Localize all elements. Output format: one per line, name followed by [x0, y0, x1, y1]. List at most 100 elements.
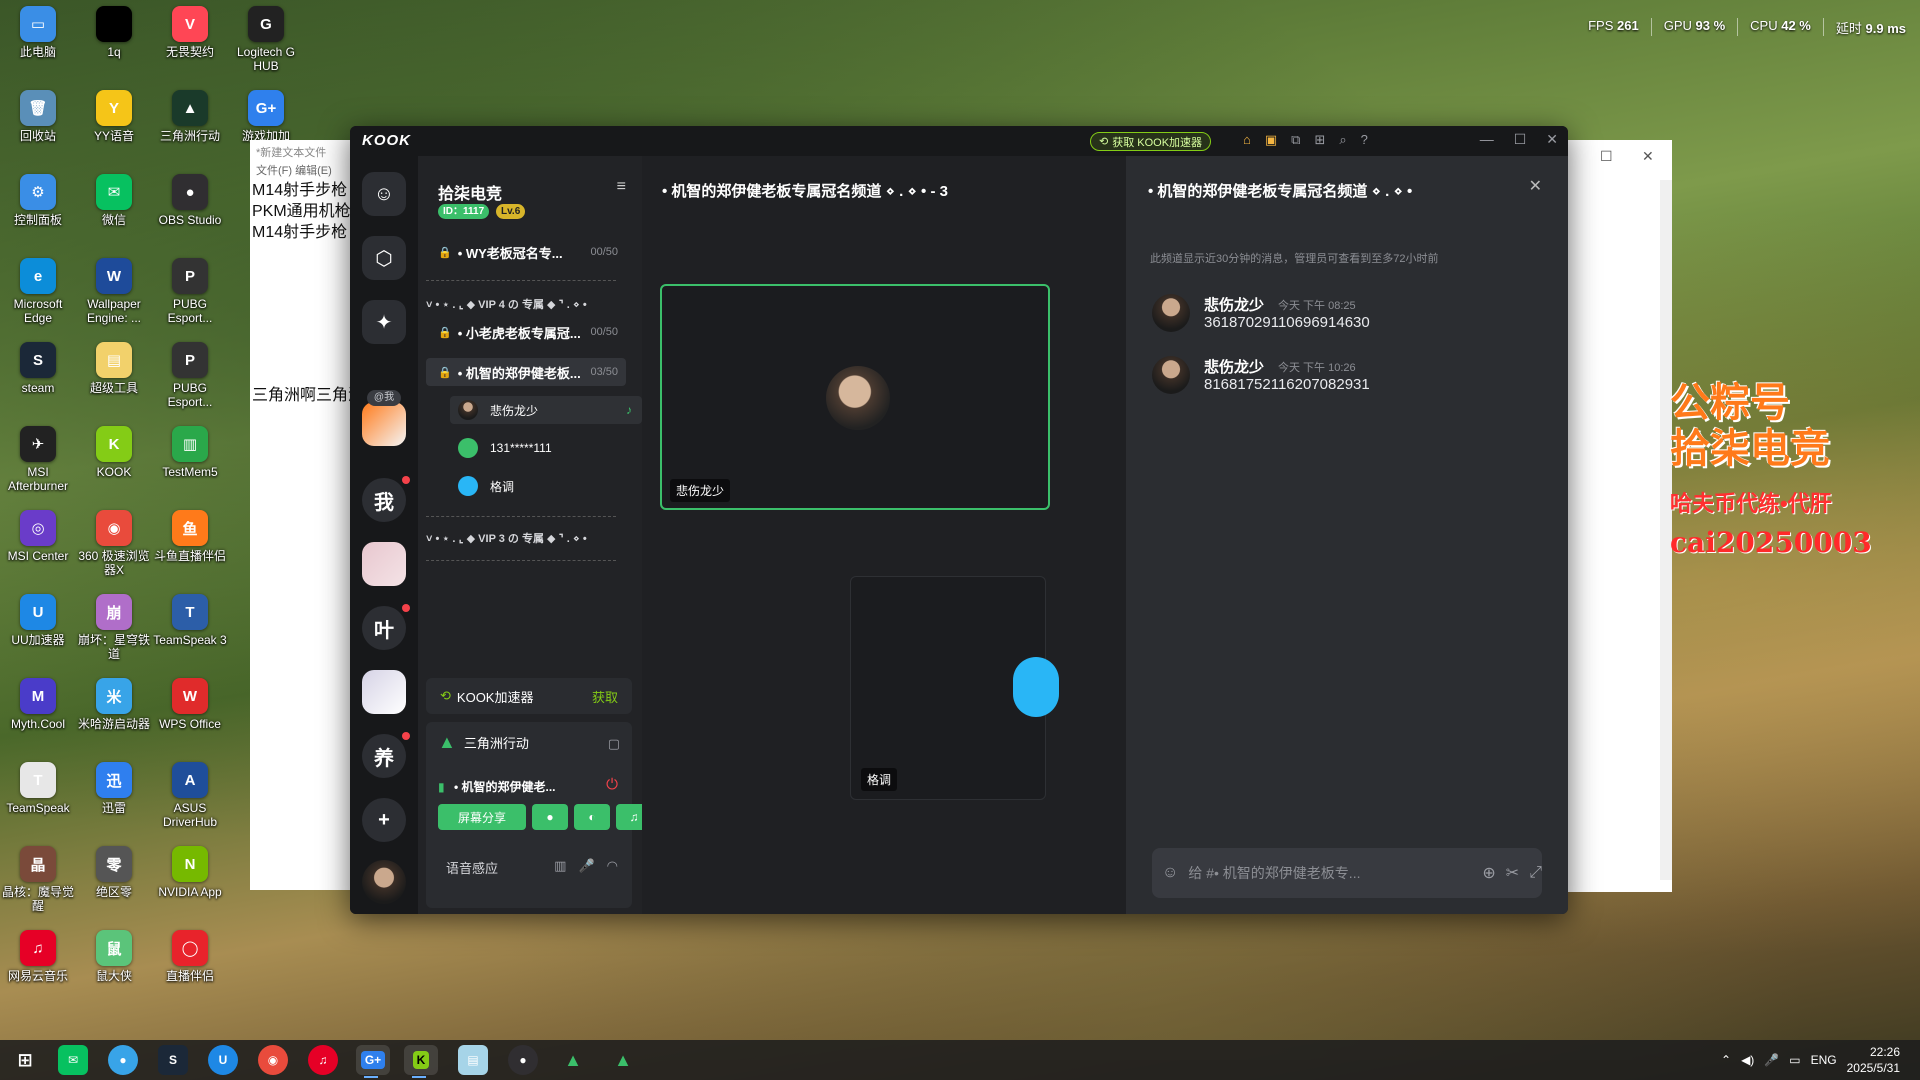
- explore-button[interactable]: ⬡: [362, 236, 406, 280]
- desktop-icon[interactable]: 晶晶核：魔导觉醒: [0, 846, 77, 913]
- desktop-icon[interactable]: V 无畏契约: [151, 6, 229, 59]
- server-yang[interactable]: 养: [362, 732, 410, 778]
- add-icon[interactable]: ⊕: [1482, 863, 1495, 883]
- guild-name[interactable]: 拾柒电竞: [438, 180, 502, 204]
- connected-channel[interactable]: ▮ • 机智的郑伊健老...: [438, 778, 556, 795]
- desktop-icon[interactable]: ✈ MSI Afterburner: [0, 426, 77, 493]
- microphone-icon[interactable]: 🎤: [1764, 1053, 1779, 1067]
- channel-zheng[interactable]: 🔒 • 机智的郑伊健老板... 03/50: [426, 358, 626, 386]
- taskbar-netease-music[interactable]: ♫: [308, 1045, 338, 1075]
- desktop-icon[interactable]: 鼠鼠大侠: [75, 930, 153, 983]
- desktop-icon[interactable]: ♫ 网易云音乐: [0, 930, 77, 983]
- server-ye[interactable]: 叶: [362, 604, 410, 650]
- microphone-icon[interactable]: 🎤: [578, 858, 594, 874]
- taskbar-notepad[interactable]: ▤: [458, 1045, 488, 1075]
- message-input[interactable]: ☺ 给 #• 机智的郑伊健老板专... ⊕ ✂ ⤢: [1152, 848, 1542, 898]
- taskbar-delta-force[interactable]: ▲: [558, 1045, 588, 1075]
- maximize-icon[interactable]: ☐: [1600, 148, 1613, 165]
- taskbar-kook[interactable]: K: [404, 1045, 438, 1078]
- desktop-icon[interactable]: W Wallpaper Engine: ...: [75, 258, 153, 325]
- desktop-icon[interactable]: ⚙ 控制面板: [0, 174, 77, 227]
- user-avatar[interactable]: [362, 860, 406, 904]
- desktop-icon[interactable]: A ASUS DriverHub: [151, 762, 229, 829]
- avatar[interactable]: [1152, 356, 1190, 394]
- get-booster-button[interactable]: ⟲ 获取 KOOK加速器: [1090, 132, 1212, 151]
- desktop-icon[interactable]: M Myth.Cool: [0, 678, 77, 731]
- channel-tiger[interactable]: 🔒 • 小老虎老板专属冠... 00/50: [426, 318, 626, 346]
- taskbar-obs[interactable]: ●: [508, 1045, 538, 1075]
- close-icon[interactable]: ✕: [1642, 148, 1654, 165]
- event-icon[interactable]: ▣: [1265, 132, 1277, 148]
- taskbar-app[interactable]: ●: [108, 1045, 138, 1075]
- search-icon[interactable]: ⌕: [1339, 132, 1346, 148]
- desktop-icon[interactable]: ▲ 三角洲行动: [151, 90, 229, 143]
- desktop-icon[interactable]: G Logitech G HUB: [227, 6, 305, 73]
- server-shiqi[interactable]: [362, 402, 406, 446]
- network-icon[interactable]: ▭: [1789, 1053, 1800, 1067]
- language-indicator[interactable]: ENG: [1811, 1053, 1837, 1067]
- desktop-icon[interactable]: P PUBG Esport...: [151, 258, 229, 325]
- expand-icon[interactable]: ⤢: [1529, 864, 1542, 882]
- taskbar-uu[interactable]: U: [208, 1045, 238, 1075]
- desktop-icon[interactable]: ▥ TestMem5: [151, 426, 229, 479]
- desktop-icon[interactable]: 🗑 回收站: [0, 90, 77, 143]
- chevron-up-icon[interactable]: ⌃: [1721, 1053, 1731, 1067]
- avatar[interactable]: [1152, 294, 1190, 332]
- emoji-icon[interactable]: ☺: [1162, 864, 1178, 882]
- desktop-icon[interactable]: ▤ 超级工具: [75, 342, 153, 395]
- notepad-menu[interactable]: 文件(F) 编辑(E): [250, 162, 350, 180]
- server-wo[interactable]: 我: [362, 476, 410, 522]
- direct-messages-button[interactable]: ☺: [362, 172, 406, 216]
- start-button[interactable]: ⊞: [10, 1045, 40, 1075]
- discover-button[interactable]: ✦: [362, 300, 406, 344]
- voice-member[interactable]: 131*****111: [450, 434, 642, 462]
- server-anime[interactable]: [362, 542, 406, 586]
- desktop-icon[interactable]: K KOOK: [75, 426, 153, 479]
- apps-icon[interactable]: ⊞: [1314, 132, 1325, 148]
- speaker-icon[interactable]: ◀): [1741, 1053, 1754, 1067]
- menu-icon[interactable]: ≡: [617, 178, 626, 196]
- desktop-icon[interactable]: G+ 游戏加加: [227, 90, 305, 143]
- category-vip4[interactable]: ˅ • ⋆ . ⌞ ◆ VIP 4 の 专属 ◆ ⌝ . ⋄ •: [426, 296, 587, 312]
- message-author[interactable]: 悲伤龙少: [1204, 356, 1264, 377]
- video-tile[interactable]: 悲伤龙少: [660, 284, 1050, 510]
- desktop-icon[interactable]: ◉ 360 极速浏览器X: [75, 510, 153, 577]
- background-window[interactable]: ☐ ✕: [1560, 140, 1672, 892]
- scissors-icon[interactable]: ✂: [1506, 863, 1519, 883]
- desktop-icon[interactable]: 1q: [75, 6, 153, 59]
- taskbar-steam[interactable]: S: [158, 1045, 188, 1075]
- desktop-icon[interactable]: Ssteam: [0, 342, 77, 395]
- category-vip3[interactable]: ˅ • ⋆ . ⌞ ◆ VIP 3 の 专属 ◆ ⌝ . ⋄ •: [426, 530, 587, 546]
- server-girl[interactable]: [362, 670, 406, 714]
- headphone-icon[interactable]: ◠: [607, 858, 618, 874]
- desktop-icon[interactable]: N NVIDIA App: [151, 846, 229, 899]
- minimize-icon[interactable]: —: [1480, 131, 1494, 148]
- voice-member[interactable]: 格调: [450, 472, 642, 500]
- taskbar-gamejiajia[interactable]: G+: [356, 1045, 390, 1078]
- message-author[interactable]: 悲伤龙少: [1204, 294, 1264, 315]
- soundboard-button[interactable]: ◐: [574, 804, 610, 830]
- screen-share-button[interactable]: 屏幕分享: [438, 804, 526, 830]
- record-button[interactable]: ●: [532, 804, 568, 830]
- taskbar-delta-force-2[interactable]: ▲: [608, 1045, 638, 1075]
- desktop-icon[interactable]: 米米哈游启动器: [75, 678, 153, 731]
- help-icon[interactable]: ?: [1361, 132, 1368, 148]
- activity-settings-icon[interactable]: ▢: [608, 736, 620, 752]
- booster-get-button[interactable]: 获取: [592, 687, 618, 706]
- desktop-icon[interactable]: T TeamSpeak: [0, 762, 77, 815]
- booster-row[interactable]: ⟲ KOOK加速器 获取: [426, 678, 632, 714]
- desktop-icon[interactable]: 崩崩坏：星穹铁道: [75, 594, 153, 661]
- voice-member[interactable]: 悲伤龙少 ♪: [450, 396, 642, 424]
- desktop-icon[interactable]: 零绝区零: [75, 846, 153, 899]
- desktop-icon[interactable]: ● OBS Studio: [151, 174, 229, 227]
- voice-settings-icon[interactable]: ▥: [554, 858, 566, 874]
- close-icon[interactable]: ✕: [1546, 131, 1558, 148]
- clock[interactable]: 22:26 2025/5/31: [1847, 1044, 1900, 1076]
- desktop-icon[interactable]: e Microsoft Edge: [0, 258, 77, 325]
- desktop-icon[interactable]: ▭ 此电脑: [0, 6, 77, 59]
- notepad-window[interactable]: *新建文本文件 文件(F) 编辑(E) M14射手步枪 PKM通用机枪 M14射…: [250, 140, 364, 890]
- gift-icon[interactable]: ⌂: [1243, 132, 1251, 148]
- desktop-icon[interactable]: W WPS Office: [151, 678, 229, 731]
- video-tile[interactable]: 格调: [850, 576, 1059, 800]
- disconnect-button[interactable]: ⏻: [606, 776, 618, 793]
